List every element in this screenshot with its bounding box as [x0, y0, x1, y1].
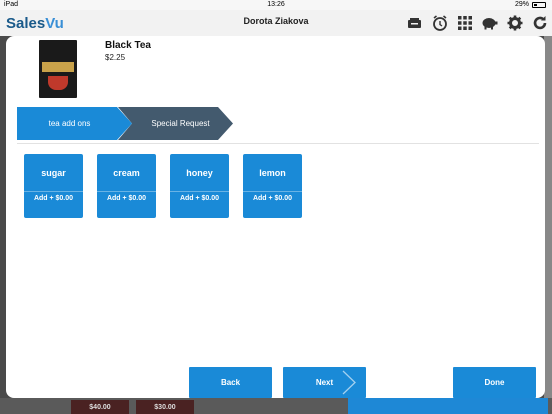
addon-price: Add + $0.00: [33, 195, 74, 202]
back-button[interactable]: Back: [189, 367, 272, 398]
battery-icon: [532, 1, 546, 8]
chevron-right-icon: [342, 370, 356, 395]
addon-name: lemon: [259, 168, 286, 178]
gear-icon[interactable]: [506, 14, 523, 31]
step-tea-add-ons[interactable]: tea add ons: [17, 107, 132, 140]
step-special-request[interactable]: Special Request: [118, 107, 233, 140]
addon-name: cream: [113, 168, 140, 178]
product-image: [39, 40, 77, 98]
piggy-bank-icon[interactable]: [481, 14, 498, 31]
product-price: $2.25: [105, 53, 126, 62]
product-name: Black Tea: [105, 40, 151, 51]
background-item-price: $40.00: [71, 400, 129, 414]
grid-icon[interactable]: [456, 14, 473, 31]
header-toolbar: [406, 14, 548, 31]
background-panel: [544, 36, 552, 414]
next-button[interactable]: Next: [283, 367, 366, 398]
modifier-modal: Black Tea $2.25 Special Request tea add …: [6, 36, 545, 398]
addon-price: Add + $0.00: [106, 195, 147, 202]
battery-status: 29%: [515, 1, 546, 8]
done-button[interactable]: Done: [453, 367, 536, 398]
divider: [17, 143, 539, 144]
addon-price: Add + $0.00: [252, 195, 293, 202]
addon-name: honey: [186, 168, 213, 178]
addon-tile-honey[interactable]: honey Add + $0.00: [170, 154, 229, 218]
app-header: SalesVu Dorota Ziakova: [0, 10, 552, 36]
background-item-price: $30.00: [136, 400, 194, 414]
background-pay-button: [348, 398, 548, 414]
status-bar: iPad 13:26 29%: [0, 0, 552, 10]
back-button-label: Back: [220, 378, 241, 387]
clock: 13:26: [267, 1, 285, 8]
addon-tile-lemon[interactable]: lemon Add + $0.00: [243, 154, 302, 218]
register-icon[interactable]: [406, 14, 423, 31]
refresh-icon[interactable]: [531, 14, 548, 31]
addon-name: sugar: [41, 168, 66, 178]
addon-price: Add + $0.00: [179, 195, 220, 202]
addon-tile-sugar[interactable]: sugar Add + $0.00: [24, 154, 83, 218]
battery-percent: 29%: [514, 1, 529, 8]
next-button-label: Next: [315, 378, 334, 387]
addon-tile-cream[interactable]: cream Add + $0.00: [97, 154, 156, 218]
alarm-clock-icon[interactable]: [431, 14, 448, 31]
done-button-label: Done: [484, 378, 505, 387]
